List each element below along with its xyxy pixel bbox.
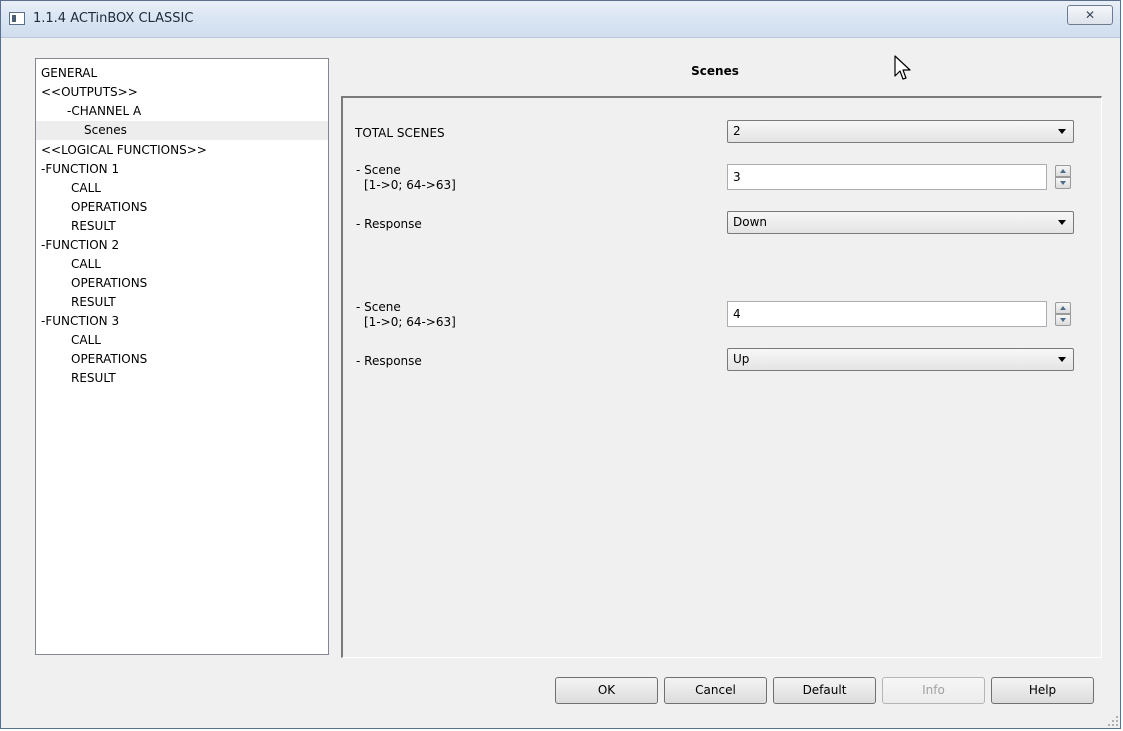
arrow-down-icon bbox=[1060, 318, 1066, 322]
resize-grip-icon[interactable] bbox=[1107, 715, 1119, 727]
tree-item-channel-a[interactable]: -CHANNEL A bbox=[67, 102, 141, 121]
arrow-up-icon bbox=[1060, 169, 1066, 173]
tree-item-operations[interactable]: OPERATIONS bbox=[71, 274, 147, 293]
total-scenes-dropdown[interactable]: 2 bbox=[727, 120, 1074, 143]
close-icon: ✕ bbox=[1084, 8, 1096, 22]
scene-range-text: [1->0; 64->63] bbox=[364, 315, 456, 329]
chevron-down-icon bbox=[1058, 129, 1066, 134]
cancel-button[interactable]: Cancel bbox=[664, 677, 767, 704]
scene-1-number-input[interactable]: 3 bbox=[727, 164, 1047, 190]
scene-2-stepper[interactable] bbox=[1055, 302, 1071, 326]
tree-item-operations[interactable]: OPERATIONS bbox=[71, 198, 147, 217]
chevron-down-icon bbox=[1058, 220, 1066, 225]
decrement-button[interactable] bbox=[1055, 177, 1071, 189]
close-button[interactable]: ✕ bbox=[1067, 5, 1113, 25]
increment-button[interactable] bbox=[1055, 165, 1071, 177]
tree-item-function-3[interactable]: -FUNCTION 3 bbox=[41, 312, 119, 331]
mouse-cursor-icon bbox=[894, 55, 911, 80]
dropdown-value: Down bbox=[733, 215, 768, 229]
response-2-label: - Response bbox=[356, 354, 422, 368]
ok-button[interactable]: OK bbox=[555, 677, 658, 704]
scene-label-text: - Scene bbox=[356, 300, 401, 314]
response-2-dropdown[interactable]: Up bbox=[727, 348, 1074, 371]
tree-item-function-2[interactable]: -FUNCTION 2 bbox=[41, 236, 119, 255]
tree-item-outputs[interactable]: <<OUTPUTS>> bbox=[41, 83, 138, 102]
scene-range-text: [1->0; 64->63] bbox=[364, 178, 456, 192]
window-title: 1.1.4 ACTinBOX CLASSIC bbox=[33, 11, 194, 26]
response-1-label: - Response bbox=[356, 217, 422, 231]
tree-item-call[interactable]: CALL bbox=[71, 331, 101, 350]
tree-item-result[interactable]: RESULT bbox=[71, 369, 116, 388]
increment-button[interactable] bbox=[1055, 302, 1071, 314]
total-scenes-label: TOTAL SCENES bbox=[355, 126, 445, 140]
scene-1-label: - Scene [1->0; 64->63] bbox=[356, 163, 456, 193]
scene-1-value: 3 bbox=[733, 170, 741, 184]
parameter-tree[interactable]: GENERAL <<OUTPUTS>> -CHANNEL A Scenes <<… bbox=[35, 58, 329, 655]
scene-2-value: 4 bbox=[733, 307, 741, 321]
info-button: Info bbox=[882, 677, 985, 704]
tree-item-label: Scenes bbox=[84, 123, 127, 137]
scene-1-stepper[interactable] bbox=[1055, 165, 1071, 189]
default-button[interactable]: Default bbox=[773, 677, 876, 704]
help-button[interactable]: Help bbox=[991, 677, 1094, 704]
scene-2-label: - Scene [1->0; 64->63] bbox=[356, 300, 456, 330]
panel-title: Scenes bbox=[691, 64, 739, 78]
dropdown-value: 2 bbox=[733, 124, 741, 138]
tree-item-operations[interactable]: OPERATIONS bbox=[71, 350, 147, 369]
tree-item-scenes[interactable]: Scenes bbox=[36, 121, 328, 140]
response-1-dropdown[interactable]: Down bbox=[727, 211, 1074, 234]
arrow-up-icon bbox=[1060, 306, 1066, 310]
tree-item-logical-functions[interactable]: <<LOGICAL FUNCTIONS>> bbox=[41, 141, 207, 160]
arrow-down-icon bbox=[1060, 181, 1066, 185]
app-icon bbox=[9, 12, 25, 25]
decrement-button[interactable] bbox=[1055, 314, 1071, 326]
dropdown-value: Up bbox=[733, 352, 750, 366]
tree-item-general[interactable]: GENERAL bbox=[41, 64, 97, 83]
scene-label-text: - Scene bbox=[356, 163, 401, 177]
tree-item-result[interactable]: RESULT bbox=[71, 217, 116, 236]
tree-item-call[interactable]: CALL bbox=[71, 255, 101, 274]
tree-item-call[interactable]: CALL bbox=[71, 179, 101, 198]
title-bar[interactable]: 1.1.4 ACTinBOX CLASSIC ✕ bbox=[1, 1, 1120, 38]
tree-item-function-1[interactable]: -FUNCTION 1 bbox=[41, 160, 119, 179]
chevron-down-icon bbox=[1058, 357, 1066, 362]
scene-2-number-input[interactable]: 4 bbox=[727, 301, 1047, 327]
tree-item-result[interactable]: RESULT bbox=[71, 293, 116, 312]
